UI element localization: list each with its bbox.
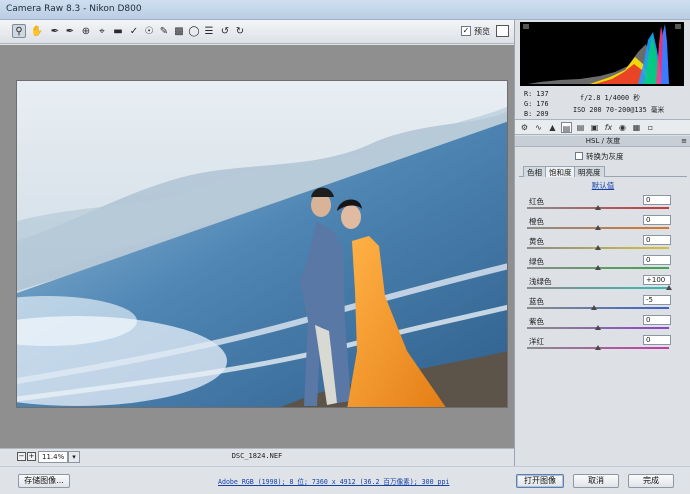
convert-grayscale-label: 转换为灰度 [586,152,624,161]
slider-value-field[interactable]: 0 [643,335,671,345]
highlight-clipping-icon[interactable] [675,24,681,29]
hand-icon[interactable]: ✋ [30,24,44,38]
slider-thumb[interactable] [595,325,601,330]
slider-value-field[interactable]: 0 [643,315,671,325]
camera-calibration-icon[interactable]: ◉ [617,122,628,133]
graduated-filter-icon[interactable]: ▩ [172,24,186,38]
slider-thumb[interactable] [595,225,601,230]
preferences-icon[interactable]: ☰ [202,24,216,38]
rotate-ccw-icon[interactable]: ↺ [218,24,232,38]
slider-track[interactable] [527,307,669,309]
slider-row: 浅绿色 +100 [515,275,690,296]
status-bar: − + 11.4% ▾ DSC_1824.NEF [0,448,514,466]
readout-g: G: 176 [524,100,549,108]
cancel-button[interactable]: 取消 [573,474,619,488]
red-eye-icon[interactable]: ☉ [142,24,156,38]
preview-label: 预览 [474,27,490,36]
slider-row: 紫色 0 [515,315,690,336]
panel-menu-icon[interactable]: ≡ [681,136,687,147]
slider-thumb[interactable] [595,205,601,210]
color-sampler-icon[interactable]: ✒ [63,24,77,38]
convert-grayscale-checkbox[interactable] [575,152,583,160]
slider-row: 黄色 0 [515,235,690,256]
radial-filter-icon[interactable]: ◯ [187,24,201,38]
tab-luminance[interactable]: 明亮度 [574,166,605,177]
slider-row: 蓝色 -5 [515,295,690,316]
hsl-icon[interactable]: ▤ [561,122,572,133]
slider-value-field[interactable]: 0 [643,235,671,245]
open-image-button[interactable]: 打开图像 [516,474,564,488]
presets-icon[interactable]: ▦ [631,122,642,133]
slider-label: 绿色 [529,257,544,266]
save-image-button[interactable]: 存储图像... [18,474,70,488]
slider-value-field[interactable]: +100 [643,275,671,285]
filename-label: DSC_1824.NEF [231,452,283,460]
fullscreen-icon[interactable] [496,25,509,37]
detail-icon[interactable]: ▲ [547,122,558,133]
default-link[interactable]: 默认值 [515,180,690,191]
exposure-info: f/2.8 1/4000 秒 [580,94,640,102]
tab-hue[interactable]: 色相 [523,166,546,177]
section-title-text: HSL / 灰度 [585,137,621,145]
iso-lens-info: ISO 200 70-200@135 毫米 [573,106,665,114]
readout-b: B: 209 [524,110,549,118]
bottom-bar: 存储图像... Adobe RGB (1998); 8 位; 7360 x 49… [0,466,690,494]
title-bar: Camera Raw 8.3 - Nikon D800 [0,0,690,20]
section-title: HSL / 灰度 ≡ [515,136,690,147]
slider-value-field[interactable]: 0 [643,255,671,265]
slider-label: 洋红 [529,337,544,346]
slider-row: 洋红 0 [515,335,690,356]
slider-row: 红色 0 [515,195,690,216]
lens-icon[interactable]: ▣ [589,122,600,133]
snapshots-icon[interactable]: ▫ [645,122,656,133]
photo-preview [16,80,508,408]
fx-icon[interactable]: fx [603,122,614,133]
slider-label: 红色 [529,197,544,206]
slider-value-field[interactable]: 0 [643,195,671,205]
slider-track[interactable] [527,287,669,289]
white-balance-icon[interactable]: ✒ [48,24,62,38]
target-adjust-icon[interactable]: ⊕ [79,24,93,38]
panel-tabs: ⚙ ∿ ▲ ▤ ▤ ▣ fx ◉ ▦ ▫ [515,119,690,135]
spot-removal-icon[interactable]: ✓ [127,24,141,38]
image-canvas[interactable] [0,45,514,448]
workflow-options-link[interactable]: Adobe RGB (1998); 8 位; 7360 x 4912 (36.2… [218,476,449,486]
tone-curve-icon[interactable]: ∿ [533,122,544,133]
tab-saturation[interactable]: 饱和度 [545,166,576,177]
slider-label: 紫色 [529,317,544,326]
hsl-subtabs: 色相 饱和度 明亮度 [519,166,687,177]
split-toning-icon[interactable]: ▤ [575,122,586,133]
slider-value-field[interactable]: -5 [643,295,671,305]
adjustment-panel: R: 137 G: 176 B: 209 f/2.8 1/4000 秒 ISO … [514,20,690,466]
adjustment-brush-icon[interactable]: ✎ [157,24,171,38]
readout-r: R: 137 [524,90,549,98]
slider-row: 绿色 0 [515,255,690,276]
zoom-icon[interactable]: ⚲ [12,24,26,38]
slider-thumb[interactable] [591,305,598,310]
slider-label: 浅绿色 [529,277,552,286]
basic-icon[interactable]: ⚙ [519,122,530,133]
toolbar: ⚲ ✋ ✒ ✒ ⊕ ⌖ ▬ ✓ ☉ ✎ ▩ ◯ ☰ ↺ ↻ ✓ 预览 [0,20,514,44]
histogram [520,22,684,86]
slider-thumb[interactable] [595,265,601,270]
slider-thumb[interactable] [595,245,601,250]
rotate-cw-icon[interactable]: ↻ [233,24,247,38]
slider-label: 黄色 [529,237,544,246]
window-title: Camera Raw 8.3 - Nikon D800 [6,4,142,14]
slider-row: 橙色 0 [515,215,690,236]
done-button[interactable]: 完成 [628,474,674,488]
slider-thumb[interactable] [595,345,601,350]
slider-thumb[interactable] [666,285,672,290]
crop-icon[interactable]: ⌖ [95,24,109,38]
preview-checkbox[interactable]: ✓ [461,26,471,36]
slider-label: 蓝色 [529,297,544,306]
straighten-icon[interactable]: ▬ [111,24,125,38]
slider-label: 橙色 [529,217,544,226]
slider-value-field[interactable]: 0 [643,215,671,225]
shadow-clipping-icon[interactable] [523,24,529,29]
